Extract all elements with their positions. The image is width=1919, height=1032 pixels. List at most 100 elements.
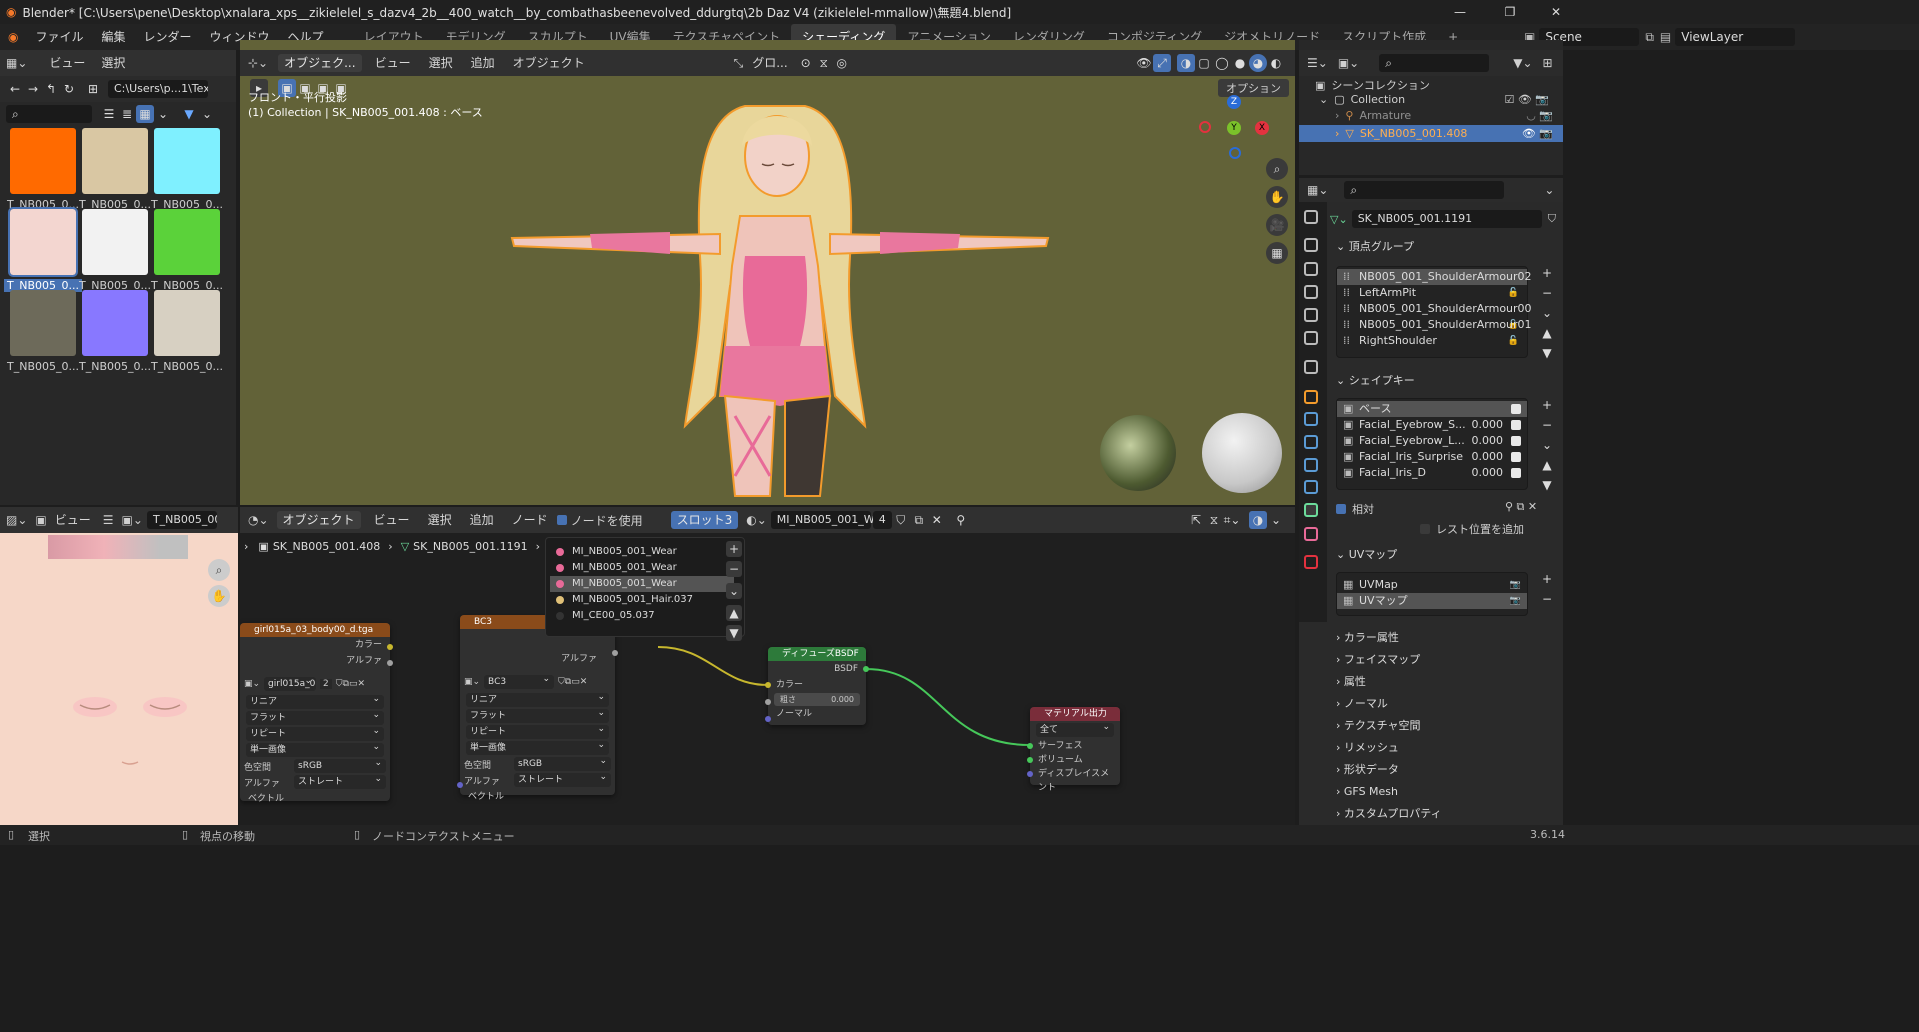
vertex-group-item[interactable]: ⁞⁞ LeftArmPit 🔓 [1337,285,1527,301]
properties-options-icon[interactable]: ⌄ [1544,183,1554,197]
image-browse-icon[interactable]: ▣⌄ [122,513,143,527]
shape-key-item[interactable]: ▣ Facial_Iris_D 0.000 [1337,465,1527,481]
zoom-icon[interactable]: ⌕ [1266,158,1288,180]
texture-thumbnail[interactable] [8,207,78,277]
outliner-row-selected-mesh[interactable]: › ▽ SK_NB005_001.408 👁 📷 [1299,125,1563,142]
xray-icon[interactable]: ▢ [1195,54,1213,72]
node1-alpha-mode[interactable]: ストレート [294,772,386,789]
active-render-icon[interactable]: 📷 [1510,577,1521,593]
navigation-gizmo[interactable]: Z Y X [1195,95,1285,165]
blender-menu-icon[interactable]: ◉ [0,30,26,44]
node1-users[interactable]: 2 [320,679,332,689]
pan-hand-icon[interactable]: ✋ [1266,186,1288,208]
collection-tab-icon[interactable] [1304,360,1318,374]
slot-move-up-button[interactable]: ▲ [726,605,742,621]
editor-type-icon[interactable]: ▦⌄ [6,56,27,70]
shape-key-mute-checkbox[interactable] [1511,452,1521,462]
proportional-edit-icon[interactable]: ◎ [833,54,851,72]
image-view-mode-icon[interactable]: ▣ [35,513,46,527]
mesh-name-field[interactable]: SK_NB005_001.1191 [1351,210,1542,228]
texture-thumbnail[interactable] [82,128,148,194]
vertex-group-item[interactable]: ⁞⁞ NB005_001_ShoulderArmour00 🔓 [1337,301,1532,330]
display-mode-icon[interactable]: ▣⌄ [1338,56,1359,70]
particles-tab-icon[interactable] [1304,435,1318,449]
shape-keys-list[interactable]: ▣ ベース ▣ Facial_Eyebrow_S... 0.000 ▣ Facial_Eye… [1336,398,1528,490]
outliner-search-input[interactable]: ⌕ [1379,54,1490,72]
filter-dropdown-icon[interactable]: ⌄ [198,105,216,123]
add-rest-row[interactable]: レスト位置を追加 [1420,521,1524,537]
transform-orientation-dropdown[interactable]: グロ... [743,50,796,76]
file-search-input[interactable]: ⌕ [6,105,92,123]
image-menu-view[interactable]: ビュー [51,507,95,533]
node2-image-field[interactable]: BC3 [484,672,555,689]
viewport-editor-type-icon[interactable]: ⊹⌄ [248,56,268,70]
uv-remove-button[interactable]: − [1538,590,1556,608]
image-zoom-icon[interactable]: ⌕ [208,559,230,581]
image-pan-icon[interactable]: ✋ [208,585,230,607]
shape-key-value[interactable]: 0.000 [1472,417,1504,433]
thumbnail-view-icon[interactable]: ▦ [136,105,154,123]
vertex-group-item[interactable]: ⁞⁞ RightShoulder 🔓 [1337,333,1527,349]
lock-icon[interactable]: 🔓 [1508,285,1519,301]
wireframe-shading-icon[interactable]: ◯ [1213,54,1231,72]
view-layer-selector[interactable]: ViewLayer [1675,28,1796,46]
vg-remove-button[interactable]: − [1538,284,1556,302]
properties-section-header[interactable]: › フェイスマップ [1332,649,1558,671]
properties-section-header[interactable]: › カラー属性 [1332,627,1558,649]
mesh-visibility-icons[interactable]: 👁 📷 [1522,127,1553,140]
node1-color-socket[interactable] [387,644,393,650]
view-layer-tab-icon[interactable] [1304,285,1318,299]
object-tab-icon[interactable] [1304,390,1318,404]
vertex-group-item[interactable]: ⁞⁞ NB005_001_ShoulderArmour02 🔓 [1337,269,1532,298]
properties-section-header[interactable]: › GFS Mesh [1332,781,1558,803]
tool-tab-icon[interactable] [1304,210,1318,224]
menu-view[interactable]: ビュー [41,50,93,76]
camera-view-icon[interactable]: 🎥 [1266,214,1288,236]
vg-up-button[interactable]: ▲ [1538,324,1556,342]
outliner-filter-icon[interactable]: ▼⌄ [1513,56,1532,70]
relative-row[interactable]: 相対 [1336,501,1374,517]
hamburger-menu-icon[interactable]: ☰ [103,513,114,527]
node1-extension[interactable]: リピート [246,724,384,741]
texture-thumbnail[interactable] [154,128,220,194]
node1-image-browse-icon[interactable]: ▣⌄ [244,679,260,689]
material-slot-item[interactable]: MI_NB005_001_Wear [550,560,734,576]
node4-volume-socket[interactable] [1027,757,1033,763]
menu-edit[interactable]: 編集 [93,24,135,50]
node2-extension[interactable]: リピート [466,722,609,739]
add-slot-button[interactable]: + [726,541,742,557]
uv-maps-list[interactable]: ▦ UVMap 📷 ▦ UVマップ 📷 [1336,572,1528,616]
texture-thumbnail[interactable] [82,209,148,275]
vg-down-button[interactable]: ▼ [1538,344,1556,362]
node3-roughness-value[interactable]: 0.000 [831,693,854,706]
remove-slot-button[interactable]: − [726,561,742,577]
render-tab-icon[interactable] [1304,238,1318,252]
3d-viewport[interactable]: ⊹⌄ オブジェク... ビュー 選択 追加 オブジェクト ⤡ グロ... ⊙ ⧖… [240,40,1295,505]
image-editor-type-icon[interactable]: ▨⌄ [6,513,27,527]
properties-type-icon[interactable]: ▦⌄ [1307,183,1328,197]
node2-alpha-socket[interactable] [612,650,618,656]
material-slot-item[interactable]: MI_NB005_001_Wear [550,576,734,592]
vertex-groups-list[interactable]: ⁞⁞ NB005_001_ShoulderArmour02 🔓 ⁞⁞ LeftArmPi… [1336,266,1532,358]
constraints-tab-icon[interactable] [1304,480,1318,494]
node1-source[interactable]: 単一画像 [246,740,384,757]
node1-actions-icon[interactable]: ⛉⧉▭✕ [336,679,365,689]
properties-section-header[interactable]: › リメッシュ [1332,737,1558,759]
shape-key-mute-checkbox[interactable] [1511,420,1521,430]
viewport-menu-view[interactable]: ビュー [366,50,420,76]
texture-thumbnail[interactable] [82,290,148,356]
back-arrow-icon[interactable]: ← [6,80,24,98]
viewport-menu-select[interactable]: 選択 [420,50,462,76]
ortho-toggle-icon[interactable]: ▦ [1266,242,1288,264]
shape-key-mute-checkbox[interactable] [1511,468,1521,478]
material-slot-item[interactable]: MI_CE00_05.037 [550,608,734,624]
node2-projection[interactable]: フラット [466,706,609,723]
scene-collection-row[interactable]: ▣ シーンコレクション [1315,77,1430,93]
output-tab-icon[interactable] [1304,262,1318,276]
vertex-group-item[interactable]: ⁞⁞ NB005_001_ShoulderArmour01 🔓 [1337,317,1532,346]
diffuse-bsdf-node[interactable]: ディフューズBSDF BSDF カラー 粗さ 0.000 ノーマル [765,647,869,725]
gizmo-y-axis[interactable]: Y [1227,121,1241,135]
texture-thumbnail[interactable] [10,290,76,356]
node3-normal-socket[interactable] [765,716,771,722]
shape-key-value[interactable]: 0.000 [1472,433,1504,449]
